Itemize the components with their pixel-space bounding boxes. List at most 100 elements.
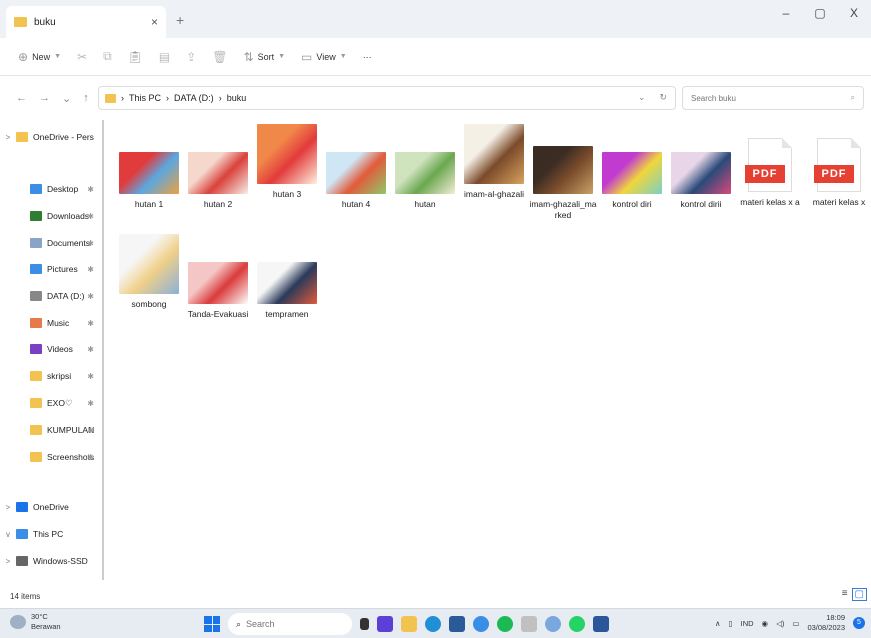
details-view-icon[interactable]: ≡ <box>842 588 848 601</box>
task-view-icon[interactable] <box>360 618 369 630</box>
thumbnail-picture <box>119 234 179 294</box>
chrome-browser-icon[interactable] <box>473 616 489 632</box>
rename-icon: ▤ <box>158 49 171 64</box>
file-item[interactable]: imam-al-ghazali <box>461 122 527 224</box>
sidebar-item[interactable]: Music ✱ <box>0 312 102 334</box>
new-tab-button[interactable]: + <box>176 12 184 28</box>
folder-icon <box>16 132 28 142</box>
view-button[interactable]: ▭ View ▼ <box>301 50 347 64</box>
close-tab-icon[interactable]: × <box>151 15 158 29</box>
settings-app-icon[interactable] <box>545 616 561 632</box>
notification-badge[interactable]: 5 <box>853 617 865 629</box>
up-arrow-icon[interactable]: ↑ <box>83 92 89 105</box>
sidebar-item[interactable]: Downloads ✱ <box>0 205 102 227</box>
breadcrumb-buku[interactable]: buku <box>227 93 247 103</box>
forward-arrow-icon[interactable]: → <box>39 92 50 105</box>
search-input[interactable] <box>691 93 811 103</box>
file-item[interactable]: hutan 1 <box>116 122 182 224</box>
plus-circle-icon: ⊕ <box>18 49 29 64</box>
sidebar-item[interactable]: v This PC <box>0 523 102 545</box>
file-explorer-icon[interactable] <box>401 616 417 632</box>
clock[interactable]: 18:09 03/08/2023 <box>807 613 845 633</box>
minimize-button[interactable]: – <box>769 6 803 20</box>
large-icons-view-icon[interactable]: ▢ <box>851 588 867 601</box>
copy-button[interactable]: ⧉ <box>103 49 112 64</box>
file-item[interactable]: kontrol diri <box>599 122 665 224</box>
chevron-down-icon: ▼ <box>278 53 286 60</box>
chevron-up-icon[interactable]: ∧ <box>715 619 721 628</box>
file-item[interactable]: imam-ghazali_marked <box>529 122 597 224</box>
pin-icon: ✱ <box>87 264 94 274</box>
expand-chevron-icon[interactable]: > <box>0 133 16 142</box>
rename-button[interactable]: ▤ <box>159 50 170 64</box>
close-window-button[interactable]: X <box>837 6 871 20</box>
file-name: sombong <box>131 299 167 309</box>
sidebar-item[interactable]: > OneDrive - Pers <box>0 126 102 148</box>
file-item[interactable]: hutan 2 <box>185 122 251 224</box>
sidebar-item[interactable]: KUMPULAN ✱ <box>0 419 102 441</box>
app-icon[interactable] <box>521 616 537 632</box>
taskbar-search[interactable]: ⌕ <box>228 613 352 635</box>
language-indicator[interactable]: IND <box>741 619 754 628</box>
breadcrumb-this-pc[interactable]: This PC <box>129 93 161 103</box>
breadcrumb-data-drive[interactable]: DATA (D:) <box>174 93 214 103</box>
recent-chevron-icon[interactable]: ⌄ <box>62 92 71 105</box>
file-item[interactable]: hutan <box>392 122 458 224</box>
address-bar[interactable]: › This PC › DATA (D:) › buku ⌄ ↻ <box>98 86 676 110</box>
taskbar-search-input[interactable] <box>246 619 327 629</box>
whatsapp-icon[interactable] <box>569 616 585 632</box>
battery-icon[interactable]: ▭ <box>792 619 799 628</box>
sidebar-item[interactable]: > OneDrive <box>0 496 102 518</box>
expand-chevron-icon[interactable]: > <box>0 557 16 566</box>
image-thumbnail <box>188 142 248 194</box>
word-app-icon[interactable] <box>593 616 609 632</box>
file-item[interactable]: kontrol dirii <box>668 122 734 224</box>
sidebar-item[interactable]: > Windows-SSD <box>0 550 102 572</box>
spotify-icon[interactable] <box>497 616 513 632</box>
thumbnail-picture <box>257 262 317 304</box>
edge-browser-icon[interactable] <box>425 616 441 632</box>
system-tray: ∧ ▯ IND ◉ ◁) ▭ 18:09 03/08/2023 5 <box>715 613 865 633</box>
new-button[interactable]: ⊕ New ▼ <box>18 50 61 64</box>
file-item[interactable]: PDF materi kelas x <box>806 122 871 224</box>
sidebar-item[interactable]: skripsi ✱ <box>0 365 102 387</box>
file-item[interactable]: tempramen <box>254 232 320 334</box>
delete-button[interactable]: 🗑︎ <box>212 50 227 64</box>
weather-widget[interactable]: 30°C Berawan <box>10 612 61 632</box>
refresh-icon[interactable]: ↻ <box>659 92 667 103</box>
sidebar-item[interactable]: DATA (D:) ✱ <box>0 285 102 307</box>
volume-icon[interactable]: ◁) <box>776 619 784 628</box>
folder-icon <box>30 238 42 248</box>
sidebar-item[interactable]: Screenshots ✱ <box>0 446 102 468</box>
sort-icon: ⇅ <box>243 49 254 64</box>
image-thumbnail <box>533 142 593 194</box>
pin-icon: ✱ <box>87 344 94 354</box>
store-app-icon[interactable] <box>449 616 465 632</box>
file-item[interactable]: PDF materi kelas x a <box>737 122 803 224</box>
more-options-button[interactable]: ··· <box>363 52 372 62</box>
paste-button[interactable]: 📋︎ <box>128 50 143 64</box>
address-dropdown-icon[interactable]: ⌄ <box>638 92 646 103</box>
sidebar-item[interactable]: EXO♡ ✱ <box>0 392 102 414</box>
windows-start-icon[interactable] <box>204 616 220 632</box>
expand-chevron-icon[interactable]: > <box>0 503 16 512</box>
file-item[interactable]: Tanda-Evakuasi <box>185 232 251 334</box>
cut-button[interactable]: ✂ <box>77 50 87 64</box>
sort-button[interactable]: ⇅ Sort ▼ <box>244 50 286 64</box>
file-item[interactable]: sombong <box>116 232 182 334</box>
search-box[interactable]: ⌕ <box>682 86 864 110</box>
sidebar-item[interactable]: Desktop ✱ <box>0 178 102 200</box>
sidebar-item[interactable]: Videos ✱ <box>0 338 102 360</box>
share-button[interactable]: ⇪ <box>186 50 196 64</box>
expand-chevron-icon[interactable]: v <box>0 530 16 539</box>
tab-buku[interactable]: buku × <box>6 6 166 38</box>
sidebar-item[interactable]: Documents ✱ <box>0 232 102 254</box>
back-arrow-icon[interactable]: ← <box>16 92 27 105</box>
file-item[interactable]: hutan 4 <box>323 122 389 224</box>
maximize-button[interactable]: ▢ <box>803 6 837 20</box>
sidebar-item[interactable]: Pictures ✱ <box>0 258 102 280</box>
chat-app-icon[interactable] <box>377 616 393 632</box>
wifi-icon[interactable]: ◉ <box>762 619 769 628</box>
phone-link-icon[interactable]: ▯ <box>728 619 732 628</box>
file-item[interactable]: hutan 3 <box>254 122 320 224</box>
